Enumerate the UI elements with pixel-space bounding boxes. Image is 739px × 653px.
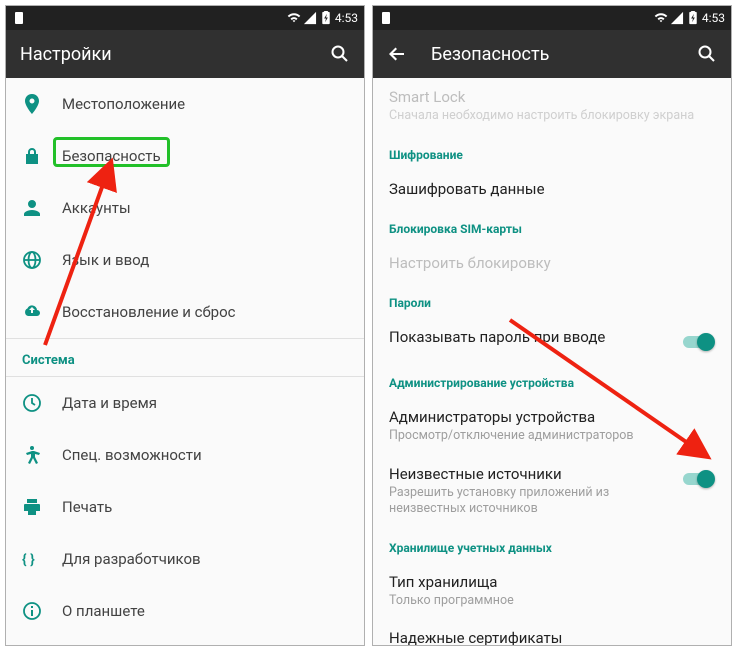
search-icon xyxy=(697,44,717,64)
clock-icon xyxy=(22,393,62,413)
settings-item-about[interactable]: О планшете xyxy=(6,585,364,637)
status-bar: 4:53 xyxy=(373,6,731,30)
wifi-icon xyxy=(287,11,301,25)
settings-item-location[interactable]: Местоположение xyxy=(6,78,364,130)
settings-list[interactable]: Местоположение Безопасность Аккаунты Язы… xyxy=(6,78,364,645)
status-bar: 4:53 xyxy=(6,6,364,30)
item-show-password[interactable]: Показывать пароль при вводе xyxy=(373,318,731,362)
settings-item-print[interactable]: Печать xyxy=(6,481,364,533)
notification-icon xyxy=(379,11,393,25)
item-trusted-certs[interactable]: Надежные сертификатыПоказывать надежные … xyxy=(373,619,731,645)
signal-icon xyxy=(303,11,317,25)
settings-item-accessibility[interactable]: Спец. возможности xyxy=(6,429,364,481)
app-bar: Настройки xyxy=(6,30,364,78)
wifi-icon xyxy=(654,11,668,25)
settings-item-accounts[interactable]: Аккаунты xyxy=(6,182,364,234)
globe-icon xyxy=(22,250,62,270)
status-time: 4:53 xyxy=(335,11,358,25)
battery-icon xyxy=(319,11,333,25)
item-simlock: Настроить блокировку xyxy=(373,244,731,282)
settings-item-developer[interactable]: Для разработчиков xyxy=(6,533,364,585)
print-icon xyxy=(22,497,62,517)
settings-item-language[interactable]: Язык и ввод xyxy=(6,234,364,286)
section-admin: Администрирование устройства xyxy=(373,362,731,398)
braces-icon xyxy=(22,549,62,569)
search-button[interactable] xyxy=(697,44,717,64)
item-device-admins[interactable]: Администраторы устройстваПросмотр/отключ… xyxy=(373,398,731,454)
settings-screen: 4:53 Настройки Местоположение Безопаснос… xyxy=(5,5,365,646)
item-storage-type: Тип хранилищаТолько программное xyxy=(373,563,731,619)
security-list[interactable]: Smart LockСначала необходимо настроить б… xyxy=(373,78,731,645)
page-title: Настройки xyxy=(20,44,330,65)
toggle-unknown-sources[interactable] xyxy=(681,469,715,489)
toggle-show-password[interactable] xyxy=(681,332,715,352)
settings-item-security[interactable]: Безопасность xyxy=(6,130,364,182)
page-title: Безопасность xyxy=(431,44,697,65)
section-encryption: Шифрование xyxy=(373,134,731,170)
app-bar: Безопасность xyxy=(373,30,731,78)
lock-icon xyxy=(22,146,62,166)
notification-icon xyxy=(12,11,26,25)
back-icon xyxy=(387,44,407,64)
search-button[interactable] xyxy=(330,44,350,64)
accessibility-icon xyxy=(22,445,62,465)
location-icon xyxy=(22,94,62,114)
battery-icon xyxy=(686,11,700,25)
back-button[interactable] xyxy=(387,44,407,64)
backup-icon xyxy=(22,302,62,322)
item-smartlock: Smart LockСначала необходимо настроить б… xyxy=(373,78,731,134)
settings-item-datetime[interactable]: Дата и время xyxy=(6,377,364,429)
search-icon xyxy=(330,44,350,64)
section-sim: Блокировка SIM-карты xyxy=(373,208,731,244)
account-icon xyxy=(22,198,62,218)
section-credentials: Хранилище учетных данных xyxy=(373,527,731,563)
signal-icon xyxy=(670,11,684,25)
item-unknown-sources[interactable]: Неизвестные источникиРазрешить установку… xyxy=(373,455,731,528)
info-icon xyxy=(22,601,62,621)
settings-item-backup[interactable]: Восстановление и сброс xyxy=(6,286,364,338)
item-encrypt[interactable]: Зашифровать данные xyxy=(373,170,731,208)
section-passwords: Пароли xyxy=(373,282,731,318)
section-system: Система xyxy=(6,339,364,376)
security-screen: 4:53 Безопасность Smart LockСначала необ… xyxy=(372,5,732,646)
status-time: 4:53 xyxy=(702,11,725,25)
